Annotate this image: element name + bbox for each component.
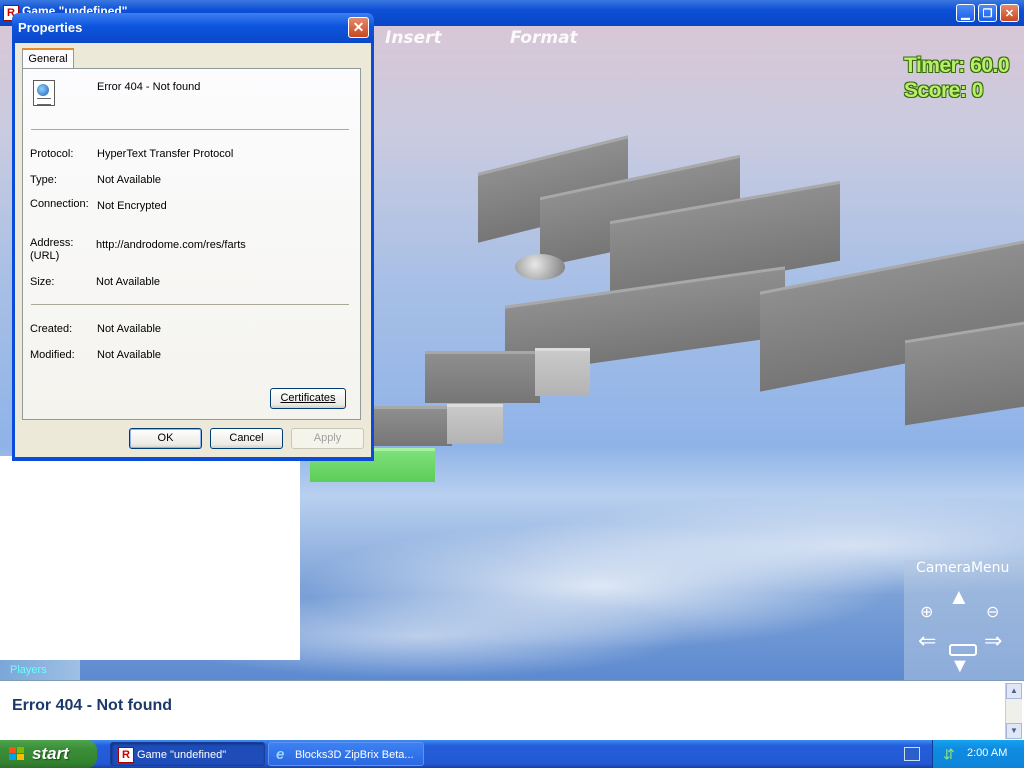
tab-general[interactable]: General [22,48,74,69]
dialog-body: General Error 404 - Not found Protocol: … [15,43,371,457]
menu-insert[interactable]: Insert [385,28,442,48]
pan-down-icon[interactable]: ▼ [950,656,970,676]
address-label: Address: [30,237,74,249]
created-value: Not Available [97,323,162,335]
protocol-label: Protocol: [30,148,74,160]
dialog-close-button[interactable]: ✕ [348,17,369,38]
separator [31,304,349,305]
address-label-url: (URL) [30,250,60,262]
scroll-up-icon[interactable]: ▲ [1006,683,1022,699]
taskbar-item-label: Blocks3D ZipBrix Beta... [295,749,414,761]
maximize-button[interactable]: ❐ [978,4,997,22]
rotate-right-icon[interactable]: ⇒ [984,630,1002,652]
taskbar-item-game[interactable]: R Game "undefined" [110,742,265,766]
start-label: start [32,744,69,763]
certificates-button[interactable]: Certificates [270,388,346,409]
zoom-out-icon[interactable]: ⊖ [986,605,999,621]
size-value: Not Available [96,276,161,288]
message-text: Error 404 - Not found [12,697,173,714]
game-app-icon: R [118,747,134,763]
connection-value: Not Encrypted [97,200,167,212]
internet-explorer-icon: e [276,746,285,763]
windows-logo-icon [9,747,25,761]
start-button[interactable]: start [0,740,97,768]
modified-label: Modified: [30,349,75,361]
camera-menu-title: CameraMenu [916,560,1010,576]
address-value: http://androdome.com/res/farts [96,239,246,251]
player-list-panel [0,456,300,660]
type-value: Not Available [97,174,162,186]
dialog-titlebar[interactable]: Properties ✕ [12,13,374,43]
created-label: Created: [30,323,73,335]
brick[interactable] [535,348,590,396]
scroll-down-icon[interactable]: ▼ [1006,723,1022,739]
score-display: Score: 0 [904,79,983,102]
connection-label: Connection: [30,198,89,210]
cancel-button[interactable]: Cancel [210,428,283,449]
message-bar: Error 404 - Not found ▲ ▼ [0,680,1024,741]
close-button[interactable]: ✕ [1000,4,1019,22]
system-tray: ⇵ 2:00 AM [932,740,1024,768]
type-label: Type: [30,174,57,186]
menu-format[interactable]: Format [510,28,578,48]
network-icon[interactable]: ⇵ [943,746,955,763]
modified-value: Not Available [97,349,162,361]
document-title: Error 404 - Not found [97,81,201,93]
taskbar-item-label: Game "undefined" [137,749,227,761]
clock[interactable]: 2:00 AM [967,747,1007,759]
players-tab[interactable]: Players [0,660,80,680]
dialog-title: Properties [18,20,83,35]
document-icon [33,80,55,106]
brick[interactable] [905,321,1024,426]
brick[interactable] [372,406,452,446]
minimize-button[interactable]: ▁ [956,4,975,22]
sphere-part[interactable] [515,254,565,280]
brick[interactable] [447,404,503,444]
camera-menu: CameraMenu ⊕ ▲ ⊖ ⇐ ⇒ ▼ [904,560,1024,680]
keyboard-icon[interactable] [904,747,920,761]
pan-up-icon[interactable]: ▲ [948,586,970,608]
general-tab-panel: Error 404 - Not found Protocol: HyperTex… [22,68,361,420]
message-scrollbar[interactable]: ▲ ▼ [1005,683,1022,739]
protocol-value: HyperText Transfer Protocol [97,148,234,160]
size-label: Size: [30,276,55,288]
taskbar: start R Game "undefined" e Blocks3D ZipB… [0,740,1024,768]
rotate-left-icon[interactable]: ⇐ [918,630,936,652]
ok-button[interactable]: OK [129,428,202,449]
separator [31,129,349,130]
timer-display: Timer: 60.0 [904,54,1010,77]
taskbar-item-browser[interactable]: e Blocks3D ZipBrix Beta... [268,742,424,766]
brick[interactable] [425,351,540,403]
properties-dialog: Properties ✕ General Error 404 - Not fou… [12,13,374,461]
zoom-in-icon[interactable]: ⊕ [920,605,933,621]
apply-button[interactable]: Apply [291,428,364,449]
